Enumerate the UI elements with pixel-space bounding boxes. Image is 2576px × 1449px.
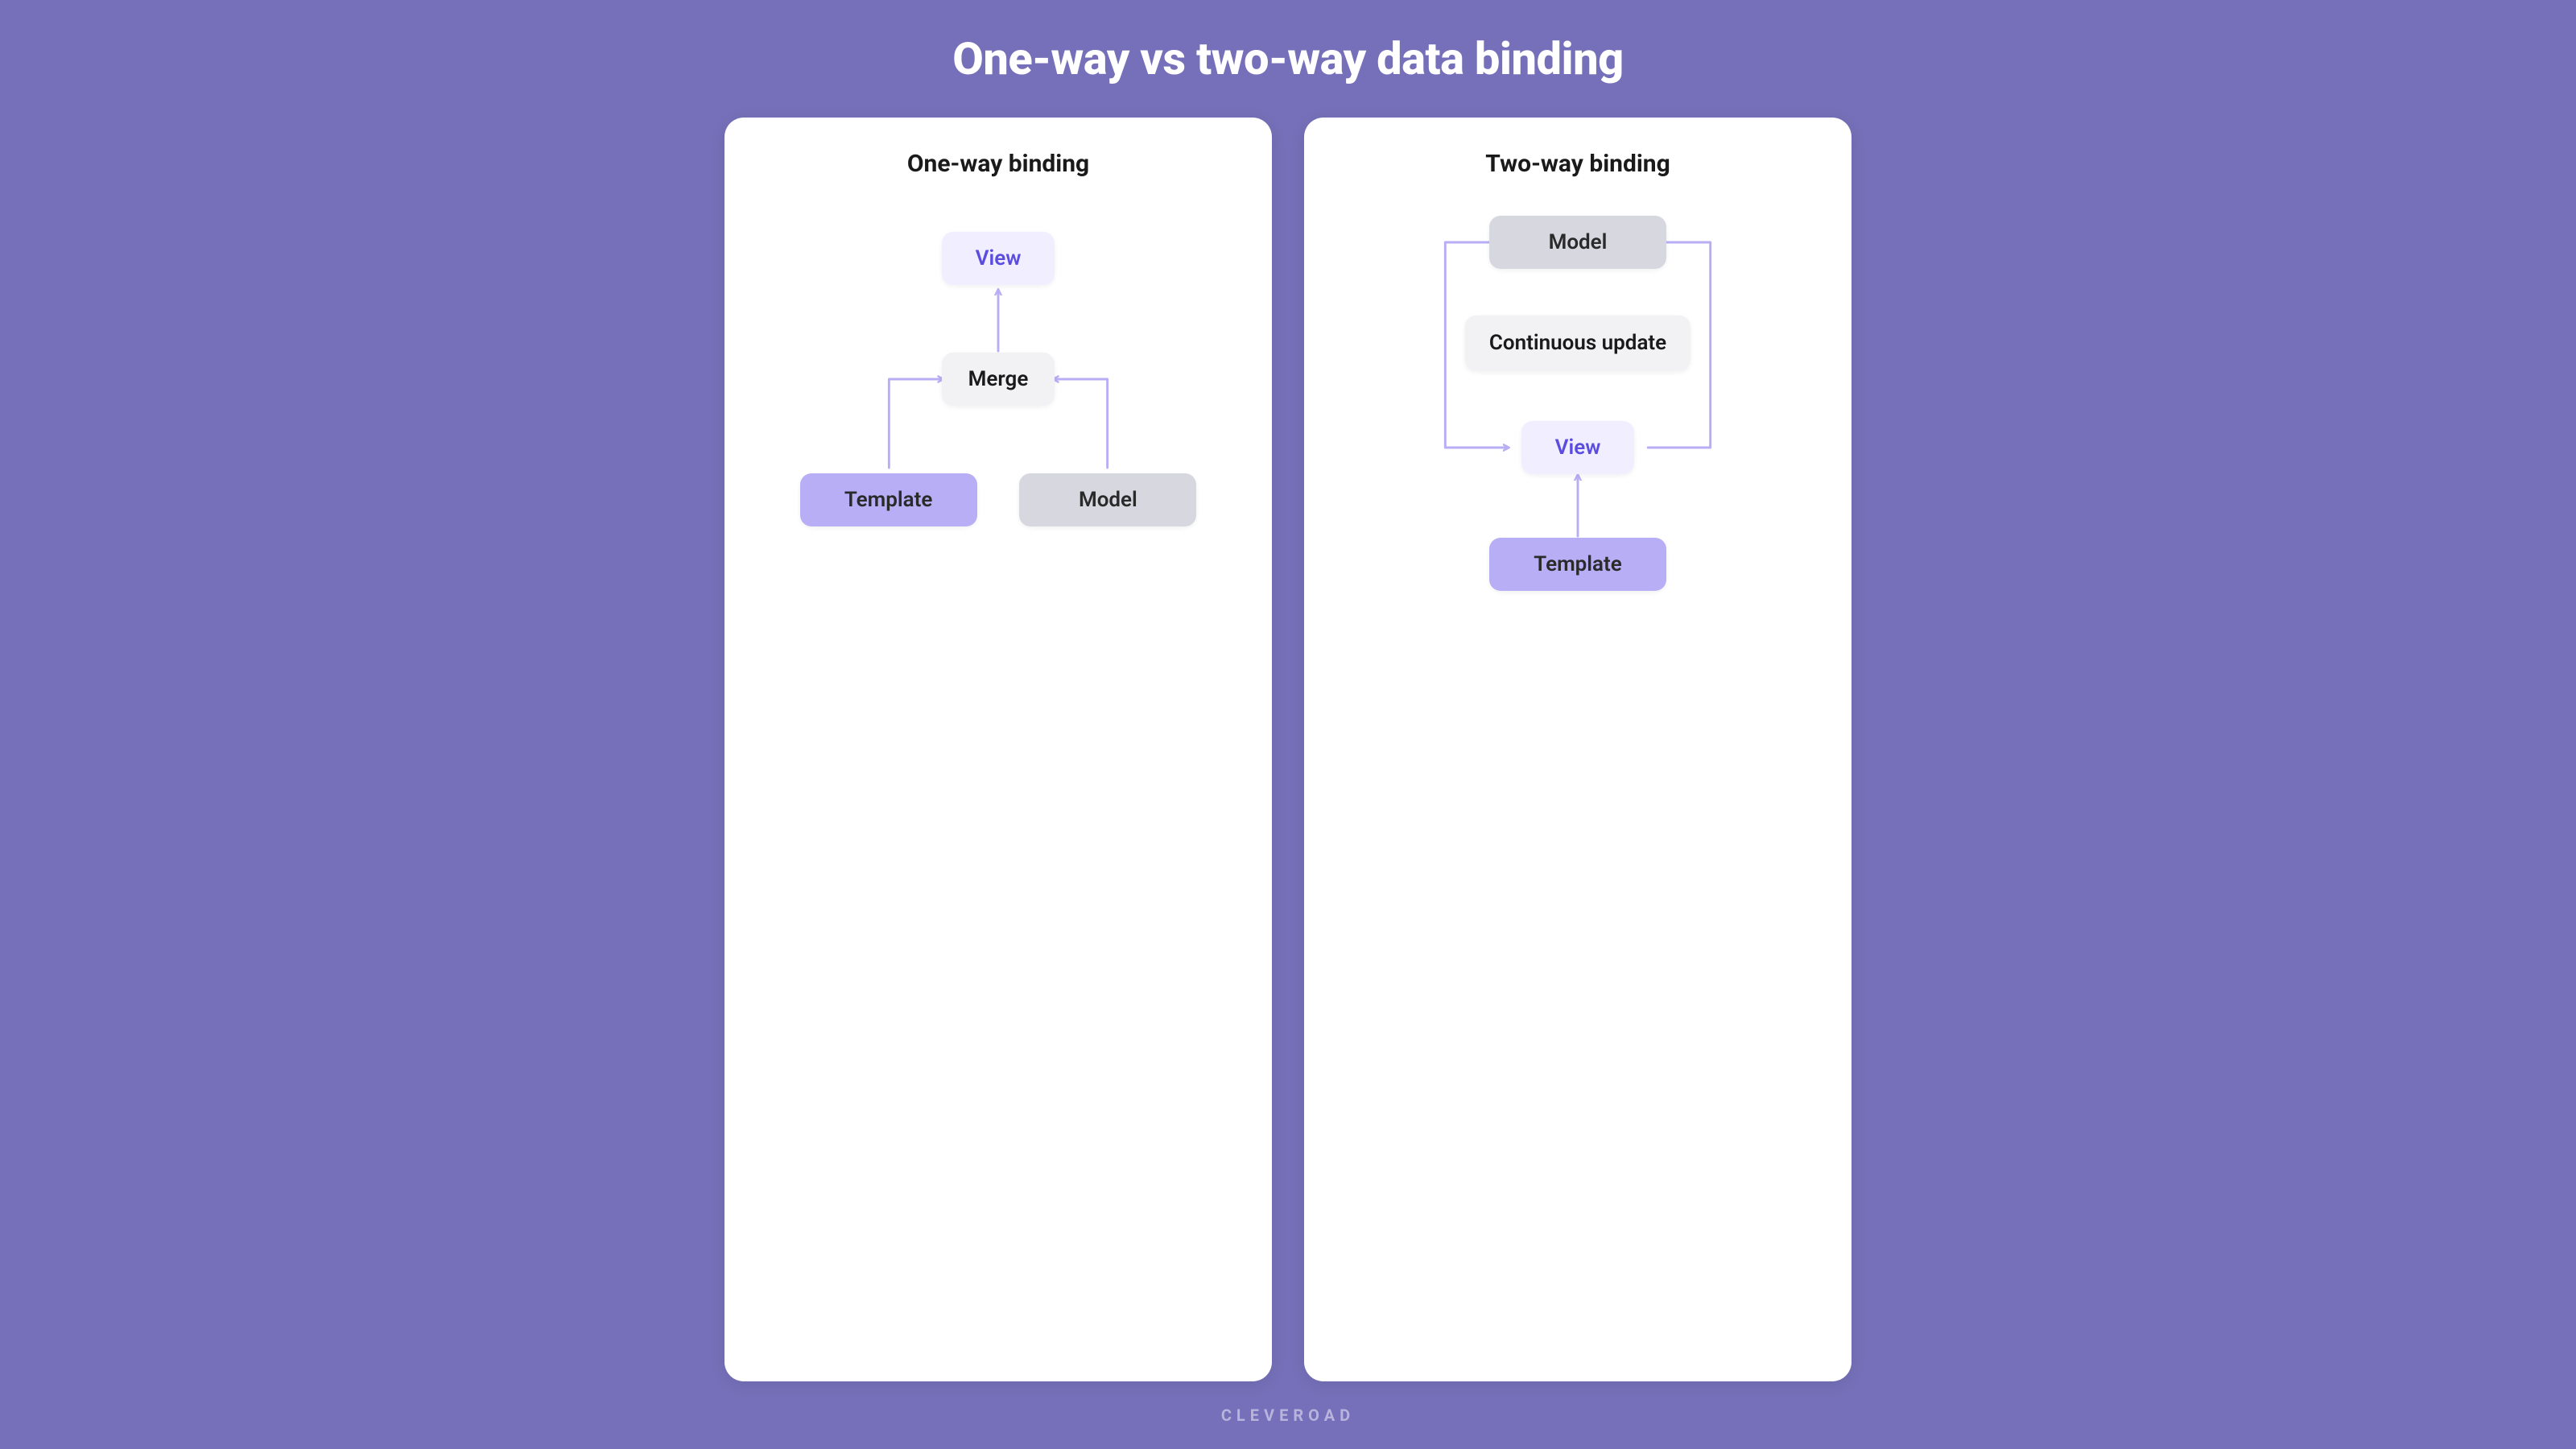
node-template-2: Template — [1489, 538, 1666, 591]
node-update: Continuous update — [1465, 316, 1690, 371]
diagram-two-way: Model Continuous update View Template — [1328, 202, 1827, 605]
page-title: One-way vs two-way data binding — [952, 32, 1624, 85]
node-view: View — [942, 232, 1055, 285]
panel-two-way-title: Two-way binding — [1328, 150, 1827, 178]
diagram-one-way: View Merge Template Model — [749, 202, 1248, 605]
node-view-2: View — [1521, 421, 1634, 474]
node-merge: Merge — [942, 353, 1055, 406]
panel-one-way-title: One-way binding — [749, 150, 1248, 178]
node-template: Template — [800, 473, 977, 526]
panel-two-way: Two-way binding Model Continuous update … — [1304, 118, 1852, 1381]
brand-footer: CLEVEROAD — [1221, 1406, 1355, 1425]
panels-row: One-way binding View Merge Template Mode… — [724, 118, 1852, 1381]
panel-one-way: One-way binding View Merge Template Mode… — [724, 118, 1272, 1381]
node-model: Model — [1019, 473, 1196, 526]
node-model-2: Model — [1489, 216, 1666, 269]
